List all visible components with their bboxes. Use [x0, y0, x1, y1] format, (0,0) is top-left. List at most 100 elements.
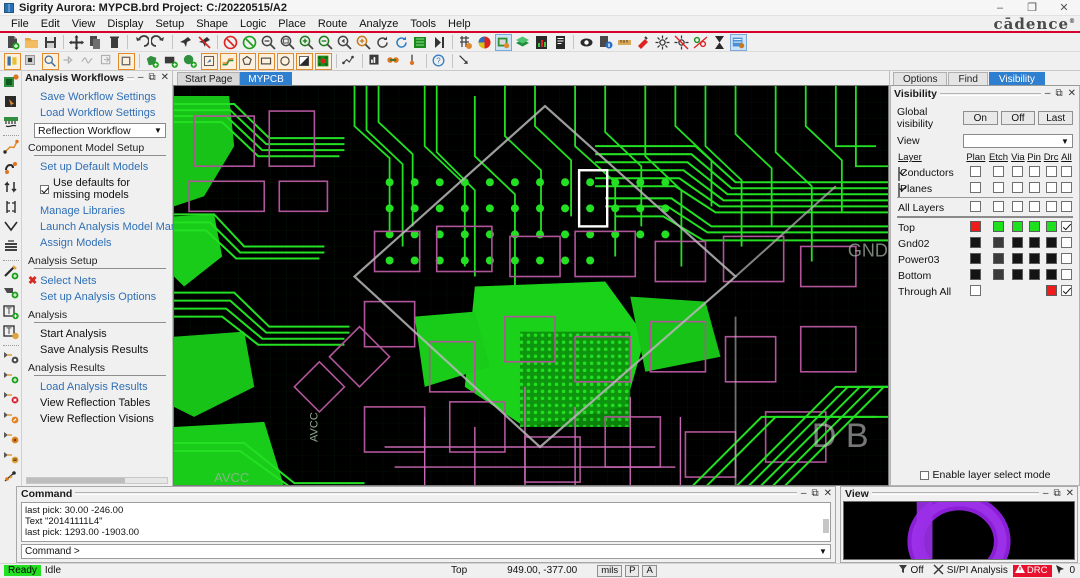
pcb-canvas[interactable]: GND AVCC AVCC D B [173, 85, 889, 486]
tab-mypcb[interactable]: MYPCB [240, 72, 292, 85]
global-visibility-off-button[interactable]: Off [1000, 111, 1036, 125]
menu-analyze[interactable]: Analyze [353, 17, 404, 31]
group-planes[interactable]: Planes [897, 181, 965, 198]
command-log[interactable]: last pick: 30.00 -246.00 Text "20141111L… [21, 502, 831, 542]
bottom-drc[interactable] [1042, 268, 1060, 284]
grid-icon[interactable] [457, 34, 474, 51]
ellipse-icon[interactable] [277, 52, 294, 70]
group-conductors[interactable]: Conductors [897, 165, 965, 181]
menu-route[interactable]: Route [312, 17, 353, 31]
edit-text-icon[interactable]: T [2, 323, 20, 342]
shape-add-icon[interactable] [144, 53, 161, 70]
add-text-icon[interactable]: T [2, 303, 20, 322]
run-edit-icon[interactable] [2, 408, 20, 427]
view-thumbnail[interactable] [843, 501, 1075, 560]
help-icon[interactable]: ? [431, 53, 448, 70]
menu-logic[interactable]: Logic [234, 17, 272, 31]
move-icon[interactable] [68, 34, 85, 51]
zoom-in-icon[interactable] [298, 34, 315, 51]
run-add-icon[interactable] [2, 368, 20, 387]
command-float-icon[interactable]: ⧉ [810, 488, 819, 499]
arrow-icon[interactable] [457, 53, 474, 70]
visibility-close-icon[interactable]: ✕ [1067, 89, 1077, 99]
all-layers-plan[interactable] [965, 200, 988, 217]
use-defaults-checkbox[interactable] [40, 184, 49, 194]
stackup-icon[interactable] [514, 34, 531, 51]
new-file-icon[interactable] [4, 34, 21, 51]
undo-icon[interactable] [132, 34, 150, 51]
top-plan[interactable] [965, 220, 988, 236]
zoom-out-icon[interactable] [317, 34, 334, 51]
square-icon[interactable] [118, 52, 135, 70]
load-workflow-settings-link[interactable]: Load Workflow Settings [28, 105, 166, 121]
all-layers-etch[interactable] [987, 200, 1010, 217]
differential-pair-icon[interactable] [2, 198, 20, 217]
polygon-icon[interactable] [239, 52, 256, 70]
global-visibility-last-button[interactable]: Last [1038, 111, 1074, 125]
manage-libraries-link[interactable]: Manage Libraries [28, 203, 166, 219]
component-icon[interactable] [23, 53, 40, 70]
status-badge[interactable]: DRC [1012, 564, 1053, 577]
global-visibility-on-button[interactable]: On [963, 111, 998, 125]
top-pin[interactable] [1026, 220, 1042, 236]
all-layers-drc[interactable] [1042, 200, 1060, 217]
top-drc[interactable] [1042, 220, 1060, 236]
planes-plan[interactable] [965, 181, 988, 198]
trace-model-icon[interactable] [2, 138, 20, 157]
open-folder-icon[interactable] [23, 34, 40, 51]
conductors-etch[interactable] [987, 165, 1010, 181]
constraint-icon[interactable] [730, 33, 747, 51]
tab-find[interactable]: Find [948, 72, 988, 85]
net-icon[interactable] [692, 34, 709, 51]
zoom-window-icon[interactable] [279, 34, 296, 51]
assign-models-link[interactable]: Assign Models [28, 235, 166, 251]
redraw-icon[interactable] [393, 34, 410, 51]
gnd02-plan[interactable] [965, 236, 988, 252]
menu-setup[interactable]: Setup [149, 17, 190, 31]
view-float-icon[interactable]: ⧉ [1052, 488, 1061, 499]
drc-on-icon[interactable] [222, 34, 239, 51]
conductors-via[interactable] [1010, 165, 1026, 181]
connector-icon[interactable] [2, 113, 20, 132]
zoom-refresh-icon[interactable] [374, 34, 391, 51]
drc-off-icon[interactable] [241, 34, 258, 51]
status-pick-mode[interactable]: P [625, 564, 640, 577]
path-icon[interactable] [341, 53, 358, 70]
tab-options[interactable]: Options [893, 72, 948, 85]
measure-icon[interactable] [616, 34, 633, 51]
visibility-float-icon[interactable]: ⧉ [1054, 89, 1063, 99]
power03-plan[interactable] [965, 252, 988, 268]
view-reflection-visions-item[interactable]: View Reflection Visions [28, 411, 166, 427]
plane-add-icon[interactable] [163, 53, 180, 70]
menu-help[interactable]: Help [442, 17, 477, 31]
board-icon[interactable] [412, 34, 429, 51]
branch-icon[interactable] [2, 218, 20, 237]
info-icon[interactable] [597, 34, 614, 51]
enable-layer-select-checkbox[interactable] [919, 470, 929, 480]
through-all-all[interactable] [1060, 284, 1073, 300]
start-analysis-item[interactable]: Start Analysis [28, 326, 166, 342]
enable-layer-select-row[interactable]: Enable layer select mode [891, 469, 1079, 485]
select-icon[interactable] [42, 52, 59, 70]
conductors-all[interactable] [1060, 165, 1073, 181]
swap-direction-icon[interactable] [2, 178, 20, 197]
save-workflow-settings-link[interactable]: Save Workflow Settings [28, 89, 166, 105]
bottom-etch[interactable] [987, 268, 1010, 284]
unpin-icon[interactable] [196, 34, 213, 51]
power03-drc[interactable] [1042, 252, 1060, 268]
gnd02-pin[interactable] [1026, 236, 1042, 252]
view-minimize-icon[interactable]: – [1042, 488, 1050, 499]
rect-icon[interactable] [258, 52, 275, 70]
view-close-icon[interactable]: ✕ [1065, 488, 1075, 499]
planes-all[interactable] [1060, 181, 1073, 198]
conductors-pin[interactable] [1026, 165, 1042, 181]
via-matrix-icon[interactable] [315, 52, 332, 70]
top-all[interactable] [1060, 220, 1073, 236]
menu-shape[interactable]: Shape [190, 17, 234, 31]
power03-via[interactable] [1010, 252, 1026, 268]
planes-via[interactable] [1010, 181, 1026, 198]
all-layers-via[interactable] [1010, 200, 1026, 217]
step-icon[interactable] [431, 34, 448, 51]
bottom-pin[interactable] [1026, 268, 1042, 284]
workflows-minimize-icon[interactable]: – [137, 73, 145, 83]
